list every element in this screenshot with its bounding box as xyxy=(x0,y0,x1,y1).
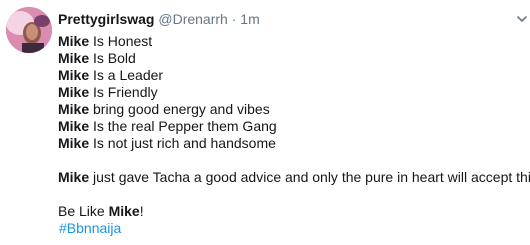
timestamp[interactable]: 1m xyxy=(240,11,259,27)
tweet-line: Mike Is Bold xyxy=(58,50,136,66)
hashtag-line: #Bbnnaija xyxy=(58,220,524,237)
tweet-content: Prettygirlswag @Drenarrh · 1m Mike Is Ho… xyxy=(58,10,530,237)
hashtag-link[interactable]: #Bbnnaija xyxy=(59,220,121,236)
tweet-line: Mike Is the real Pepper them Gang xyxy=(58,118,277,134)
separator: · xyxy=(231,11,237,27)
tweet-line-closing: Be Like Mike! xyxy=(58,203,144,219)
avatar-photo xyxy=(6,7,52,53)
user-handle[interactable]: @Drenarrh xyxy=(158,11,227,27)
tweet-line: Mike bring good energy and vibes xyxy=(58,101,270,117)
chevron-down-icon[interactable] xyxy=(516,12,528,24)
tweet-line: Mike Is a Leader xyxy=(58,67,164,83)
tweet-text: Mike Is Honest Mike Is Bold Mike Is a Le… xyxy=(58,33,530,237)
display-name[interactable]: Prettygirlswag xyxy=(58,11,154,27)
avatar[interactable] xyxy=(6,7,52,53)
tweet-line: Mike Is not just rich and handsome xyxy=(58,135,276,151)
tweet-line: Mike Is Honest xyxy=(58,33,153,49)
tweet-line-advice: Mike just gave Tacha a good advice and o… xyxy=(58,169,530,185)
tweet-header: Prettygirlswag @Drenarrh · 1m xyxy=(58,10,524,28)
tweet-line: Mike Is Friendly xyxy=(58,84,158,100)
tweet: Prettygirlswag @Drenarrh · 1m Mike Is Ho… xyxy=(0,0,530,245)
